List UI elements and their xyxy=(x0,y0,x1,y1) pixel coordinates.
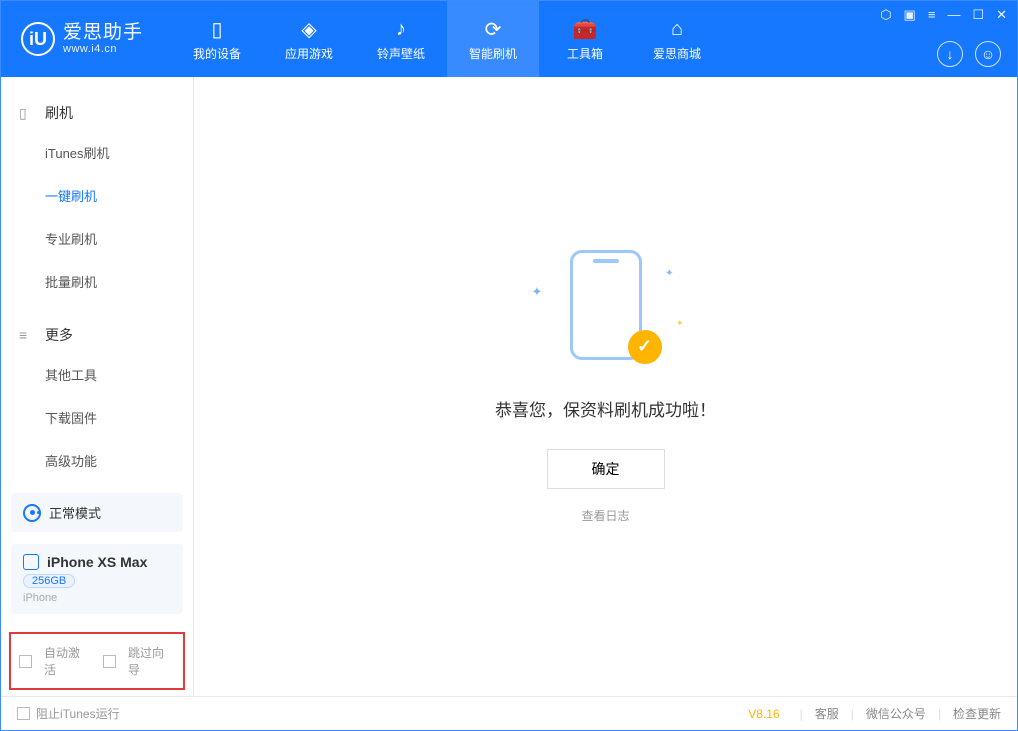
nav-label: 我的设备 xyxy=(193,45,241,62)
cube-icon: ◈ xyxy=(301,17,316,43)
auto-activate-label: 自动激活 xyxy=(44,644,91,678)
nav-toolbox[interactable]: 🧰 工具箱 xyxy=(539,1,631,77)
block-itunes-checkbox[interactable] xyxy=(17,707,30,720)
nav-store[interactable]: ⌂ 爱思商城 xyxy=(631,1,723,77)
nav-label: 应用游戏 xyxy=(285,45,333,62)
version-label: V8.16 xyxy=(748,707,779,721)
nav-apps-games[interactable]: ◈ 应用游戏 xyxy=(263,1,355,77)
minimize-icon[interactable]: — xyxy=(947,7,960,23)
footer-link-update[interactable]: 检查更新 xyxy=(953,705,1001,722)
sidebar-item-oneclick-flash[interactable]: 一键刷机 xyxy=(45,174,193,217)
nav-smart-flash[interactable]: ⟳ 智能刷机 xyxy=(447,1,539,77)
sparkle-icon: ✦ xyxy=(665,268,673,279)
shop-icon: ⌂ xyxy=(671,17,683,43)
skip-guide-checkbox[interactable] xyxy=(103,655,116,668)
success-check-icon: ✓ xyxy=(628,330,662,364)
user-button[interactable]: ☺ xyxy=(975,41,1001,67)
sidebar-item-pro-flash[interactable]: 专业刷机 xyxy=(45,217,193,260)
logo-icon: iU xyxy=(21,22,55,56)
main-content: ✦ ✦ ✦ ✓ 恭喜您，保资料刷机成功啦！ 确定 查看日志 xyxy=(194,77,1017,696)
mode-icon xyxy=(23,504,41,522)
close-icon[interactable]: ✕ xyxy=(996,7,1007,23)
footer-link-wechat[interactable]: 微信公众号 xyxy=(866,705,926,722)
app-logo: iU 爱思助手 www.i4.cn xyxy=(21,22,143,56)
sidebar-section-more: ≡ 更多 xyxy=(1,317,193,353)
music-icon: ♪ xyxy=(396,17,406,43)
device-mode-label: 正常模式 xyxy=(49,503,101,522)
nav-label: 爱思商城 xyxy=(653,45,701,62)
nav-label: 铃声壁纸 xyxy=(377,45,425,62)
app-header: iU 爱思助手 www.i4.cn ▯ 我的设备 ◈ 应用游戏 ♪ 铃声壁纸 ⟳… xyxy=(1,1,1017,77)
nav-tabs: ▯ 我的设备 ◈ 应用游戏 ♪ 铃声壁纸 ⟳ 智能刷机 🧰 工具箱 ⌂ 爱思商城 xyxy=(171,1,723,77)
settings-icon[interactable]: ▣ xyxy=(904,7,916,23)
window-controls: ⬡ ▣ ≡ — ☐ ✕ xyxy=(880,7,1007,23)
nav-ringtones[interactable]: ♪ 铃声壁纸 xyxy=(355,1,447,77)
nav-label: 工具箱 xyxy=(567,45,603,62)
options-highlight: 自动激活 跳过向导 xyxy=(9,632,185,690)
toolbox-icon: 🧰 xyxy=(573,17,598,43)
maximize-icon[interactable]: ☐ xyxy=(972,7,984,23)
success-illustration: ✦ ✦ ✦ ✓ xyxy=(536,250,676,370)
device-mode-card[interactable]: 正常模式 xyxy=(11,493,183,532)
auto-activate-checkbox[interactable] xyxy=(19,655,32,668)
phone-small-icon xyxy=(23,554,39,570)
block-itunes-label: 阻止iTunes运行 xyxy=(36,705,120,722)
sidebar: ▯ 刷机 iTunes刷机 一键刷机 专业刷机 批量刷机 ≡ 更多 其他工具 下… xyxy=(1,77,194,696)
download-button[interactable]: ↓ xyxy=(937,41,963,67)
sidebar-section-flash: ▯ 刷机 xyxy=(1,95,193,131)
device-storage: 256GB xyxy=(23,574,75,588)
section-title: 刷机 xyxy=(45,103,73,123)
tshirt-icon[interactable]: ⬡ xyxy=(880,7,891,23)
status-bar: 阻止iTunes运行 V8.16 | 客服 | 微信公众号 | 检查更新 xyxy=(1,696,1017,730)
sidebar-item-itunes-flash[interactable]: iTunes刷机 xyxy=(45,131,193,174)
success-message: 恭喜您，保资料刷机成功啦！ xyxy=(495,396,716,421)
refresh-icon: ⟳ xyxy=(485,17,502,43)
sparkle-icon: ✦ xyxy=(532,284,543,300)
device-name: iPhone XS Max xyxy=(47,554,147,570)
footer-link-support[interactable]: 客服 xyxy=(815,705,839,722)
skip-guide-label: 跳过向导 xyxy=(128,644,175,678)
app-url: www.i4.cn xyxy=(63,43,143,55)
sidebar-item-batch-flash[interactable]: 批量刷机 xyxy=(45,260,193,303)
app-name: 爱思助手 xyxy=(63,23,143,44)
sidebar-item-advanced[interactable]: 高级功能 xyxy=(45,439,193,482)
device-card[interactable]: iPhone XS Max 256GB iPhone xyxy=(11,544,183,614)
phone-icon: ▯ xyxy=(212,17,223,43)
list-icon: ≡ xyxy=(19,327,35,343)
nav-label: 智能刷机 xyxy=(469,45,517,62)
sidebar-item-other-tools[interactable]: 其他工具 xyxy=(45,353,193,396)
view-log-link[interactable]: 查看日志 xyxy=(581,507,629,524)
menu-icon[interactable]: ≡ xyxy=(928,7,936,23)
nav-my-device[interactable]: ▯ 我的设备 xyxy=(171,1,263,77)
ok-button[interactable]: 确定 xyxy=(547,449,665,489)
sparkle-icon: ✦ xyxy=(676,318,684,329)
device-icon: ▯ xyxy=(19,105,35,122)
device-type: iPhone xyxy=(23,592,57,604)
section-title: 更多 xyxy=(45,325,73,345)
sidebar-item-download-firmware[interactable]: 下载固件 xyxy=(45,396,193,439)
